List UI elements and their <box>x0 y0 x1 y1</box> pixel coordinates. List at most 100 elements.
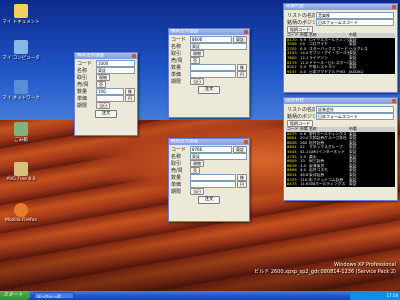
term-button[interactable]: 当日 <box>96 101 110 109</box>
table-cell: 11.6 <box>300 181 309 187</box>
name-field[interactable]: 東証 <box>190 42 247 50</box>
order-window-c: 株式注文画面 コード 8766 東証 名称 東証 取引 現物 売/買売 数量株 単価円 … <box>168 138 250 222</box>
field-label: 名称 <box>171 153 182 160</box>
start-button[interactable]: スタート <box>0 291 30 300</box>
field-label: 数量 <box>77 88 88 95</box>
desktop-icon-label: マイ ネットワーク <box>2 96 40 101</box>
unit-label: 円 <box>125 94 135 102</box>
submit-order-button[interactable]: 注文 <box>198 196 220 204</box>
term-button[interactable]: 当日 <box>190 77 204 85</box>
market-button[interactable]: 東証 <box>233 145 247 153</box>
unit-label: 円 <box>237 180 247 188</box>
os-version-watermark: Windows XP Professional ビルド 2600.xpsp_sp… <box>254 262 396 276</box>
window-title: 証券会社 <box>284 98 397 104</box>
os-build: ビルド 2600.xpsp_sp2_gdr.080814-1236 (Servi… <box>254 269 396 275</box>
desktop-icon-firefox[interactable]: Mozilla Firefox <box>2 203 40 223</box>
table-cell: 9437 <box>287 68 297 74</box>
field-label: 数量 <box>171 64 182 71</box>
system-tray: 17:58 <box>350 291 400 300</box>
buy-sell-button[interactable]: 売 <box>190 56 200 64</box>
desktop-icon-label: Mozilla Firefox <box>5 218 37 223</box>
field-label: 取引 <box>171 50 182 57</box>
quantity-input[interactable] <box>190 63 236 71</box>
desktop-icon-my-documents[interactable]: マイ ドキュメント <box>2 4 40 25</box>
submit-order-button[interactable]: 注文 <box>198 86 220 94</box>
stock-list-window-1: 売買代金 リストの名前音楽株 銘柄のポジション日本フォームスコード 銘柄コード … <box>283 3 398 93</box>
price-input[interactable] <box>190 180 236 188</box>
stock-table: コード 市場 名称 市場 8473 0.6 野村ホールディングス 東証 8601 20.0… <box>286 126 395 187</box>
order-window-b: 株式注文画面 コード 8606 東証 名称 東証 取引 現物 売/買売 数量株 単価円 … <box>168 28 250 118</box>
table-cell: 東証 <box>349 181 357 187</box>
field-label: 銘柄のポジション <box>287 113 315 120</box>
table-cell: SBIホールディングス <box>309 182 346 187</box>
position-select[interactable]: 日本フォームスコード <box>316 18 394 26</box>
submit-order-button[interactable]: 注文 <box>95 110 117 118</box>
desktop-icon-avg[interactable]: AVG Free 8.0 <box>2 162 40 182</box>
close-icon[interactable] <box>392 99 396 103</box>
name-field[interactable]: 東証 <box>190 152 247 160</box>
code-input[interactable]: 8766 <box>190 145 232 153</box>
list-name-input[interactable]: 証券会社 <box>316 105 394 113</box>
window-title: 株式注文画面 <box>169 29 249 35</box>
table-cell: 8473 <box>287 181 297 187</box>
stock-list-window-2: 証券会社 リストの名前証券会社 銘柄のポジション日本フォームスコード 銘柄コード… <box>283 97 398 201</box>
table-cell: 日本マクドナルドHD <box>309 69 346 74</box>
quantity-input[interactable] <box>190 173 236 181</box>
field-label: リストの名前 <box>287 12 315 19</box>
buy-sell-button[interactable]: 売 <box>96 80 106 88</box>
field-label: リストの名前 <box>287 106 315 113</box>
market-button[interactable]: 東証 <box>233 35 247 43</box>
desktop-icon-label: AVG Free 8.0 <box>6 177 36 182</box>
desktop-icon-my-computer[interactable]: マイ コンピュータ <box>2 40 40 61</box>
quantity-input[interactable]: 100 <box>96 87 124 95</box>
table-cell: JASDAQ <box>349 68 364 74</box>
close-icon[interactable] <box>392 5 396 9</box>
close-icon[interactable] <box>244 30 248 34</box>
unit-label: 株 <box>125 87 135 95</box>
field-label: 数量 <box>171 174 182 181</box>
taskbar: スタート ほっちゃっ君 17:58 <box>0 291 400 300</box>
code-input[interactable]: 1000 <box>96 59 135 67</box>
desktop-icon-label: ごみ箱 <box>14 138 28 143</box>
close-icon[interactable] <box>132 54 136 58</box>
list-name-input[interactable]: 音楽株 <box>316 11 394 19</box>
position-select[interactable]: 日本フォームスコード <box>316 112 394 120</box>
window-title: 株式注文画面 <box>169 139 249 145</box>
name-field[interactable]: 東証 <box>96 66 135 74</box>
window-title: 株式注文画面 <box>75 53 137 59</box>
close-icon[interactable] <box>244 140 248 144</box>
field-label: コード <box>171 36 187 43</box>
order-window-a: 株式注文画面 コード 1000 名称 東証 取引 現物 売/買売 数量 100 株 単価 円… <box>74 52 138 136</box>
window-title: 売買代金 <box>284 4 397 10</box>
field-label: 単価 <box>77 95 88 102</box>
desktop-icon-label: マイ ドキュメント <box>2 20 40 25</box>
field-label: 単価 <box>171 71 182 78</box>
code-input[interactable]: 8606 <box>190 35 232 43</box>
trade-type-button[interactable]: 現物 <box>96 73 110 81</box>
price-input[interactable] <box>190 70 236 78</box>
table-row[interactable]: 8473 11.6 SBIホールディングス 東証 <box>286 182 395 187</box>
desktop-icon-network[interactable]: マイ ネットワーク <box>2 80 40 101</box>
term-button[interactable]: 当日 <box>190 187 204 195</box>
field-label: 取引 <box>77 74 88 81</box>
price-input[interactable] <box>96 94 124 102</box>
os-edition: Windows XP Professional <box>334 262 396 268</box>
trade-type-button[interactable]: 現物 <box>190 159 204 167</box>
network-icon <box>14 80 28 94</box>
trade-type-button[interactable]: 現物 <box>190 49 204 57</box>
field-label: 売/買 <box>171 167 183 174</box>
stock-table: コード 市場 名称 市場 81709.9ロイヤルホールディングス東証3506C5… <box>286 32 395 75</box>
buy-sell-button[interactable]: 売 <box>190 166 200 174</box>
desktop-icon-recycle-bin[interactable]: ごみ箱 <box>2 122 40 143</box>
field-label: 期限 <box>171 78 182 85</box>
unit-label: 株 <box>237 173 247 181</box>
taskbar-item[interactable]: ほっちゃっ君 <box>34 292 74 299</box>
field-label: コード <box>171 146 187 153</box>
clock[interactable]: 17:58 <box>386 293 398 298</box>
field-label: 売/買 <box>77 81 89 88</box>
folder-icon <box>14 4 28 18</box>
computer-icon <box>14 40 28 54</box>
field-label: 売/買 <box>171 57 183 64</box>
table-row[interactable]: 9437 0.0 日本マクドナルドHD JASDAQ <box>286 68 395 75</box>
field-label: コード <box>77 60 93 67</box>
